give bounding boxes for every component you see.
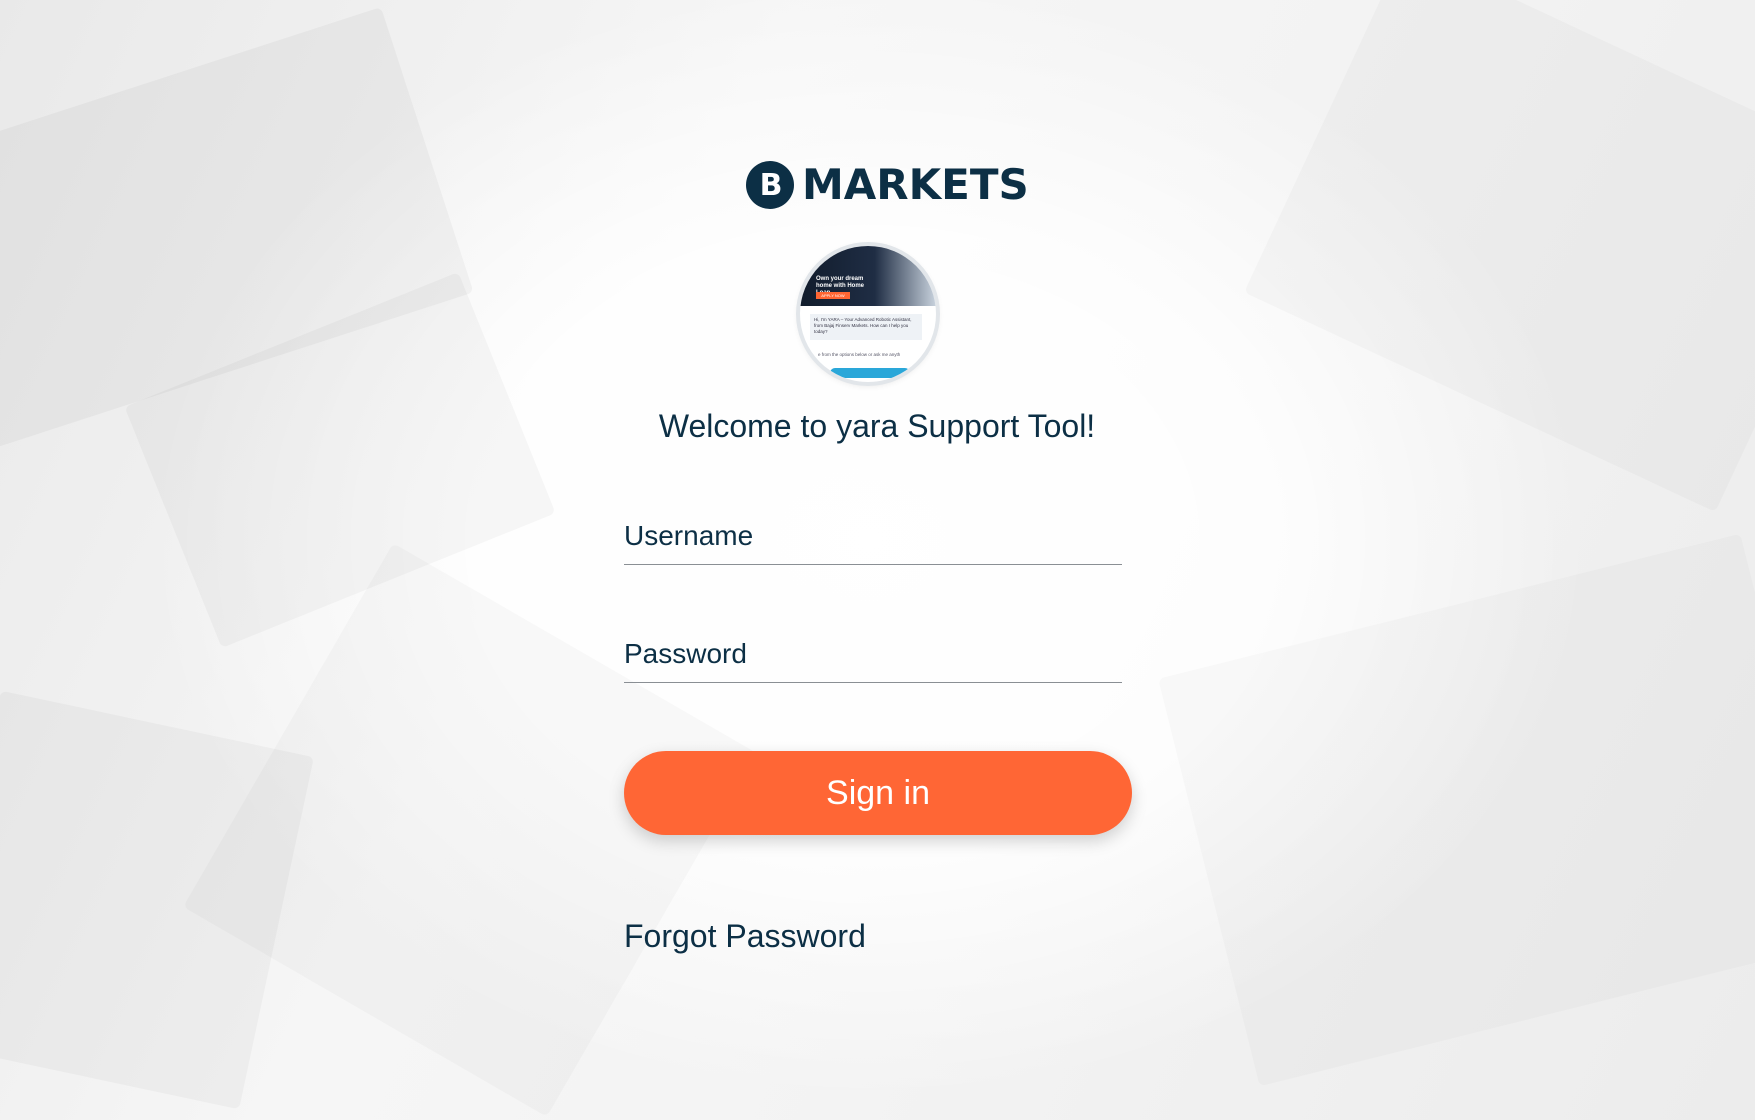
username-field-wrapper <box>624 520 1122 565</box>
brand-logo: B MARKETS <box>746 160 1029 210</box>
forgot-password-link[interactable]: Forgot Password <box>624 918 866 955</box>
background-shape <box>1244 0 1755 512</box>
avatar-chat-bubble: Hi, I'm YARA – Your Advanced Robotic Ass… <box>810 314 922 340</box>
avatar-banner-button: APPLY NOW <box>816 292 850 299</box>
brand-logo-mark: B <box>746 161 794 209</box>
brand-logo-text: MARKETS <box>802 160 1029 209</box>
page-title: Welcome to yara Support Tool! <box>658 408 1096 444</box>
password-input[interactable] <box>624 638 1122 682</box>
password-field-wrapper <box>624 638 1122 683</box>
yara-avatar: Own your dream home with Home Loan APPLY… <box>800 246 936 382</box>
username-input[interactable] <box>624 520 1122 564</box>
avatar-pill <box>830 368 910 378</box>
avatar-banner: Own your dream home with Home Loan APPLY… <box>800 246 936 306</box>
background-shape <box>0 691 314 1110</box>
avatar-options-text: e from the options below or ask me anyth <box>818 352 901 357</box>
background-shape <box>1158 534 1755 1087</box>
sign-in-button[interactable]: Sign in <box>624 751 1132 835</box>
